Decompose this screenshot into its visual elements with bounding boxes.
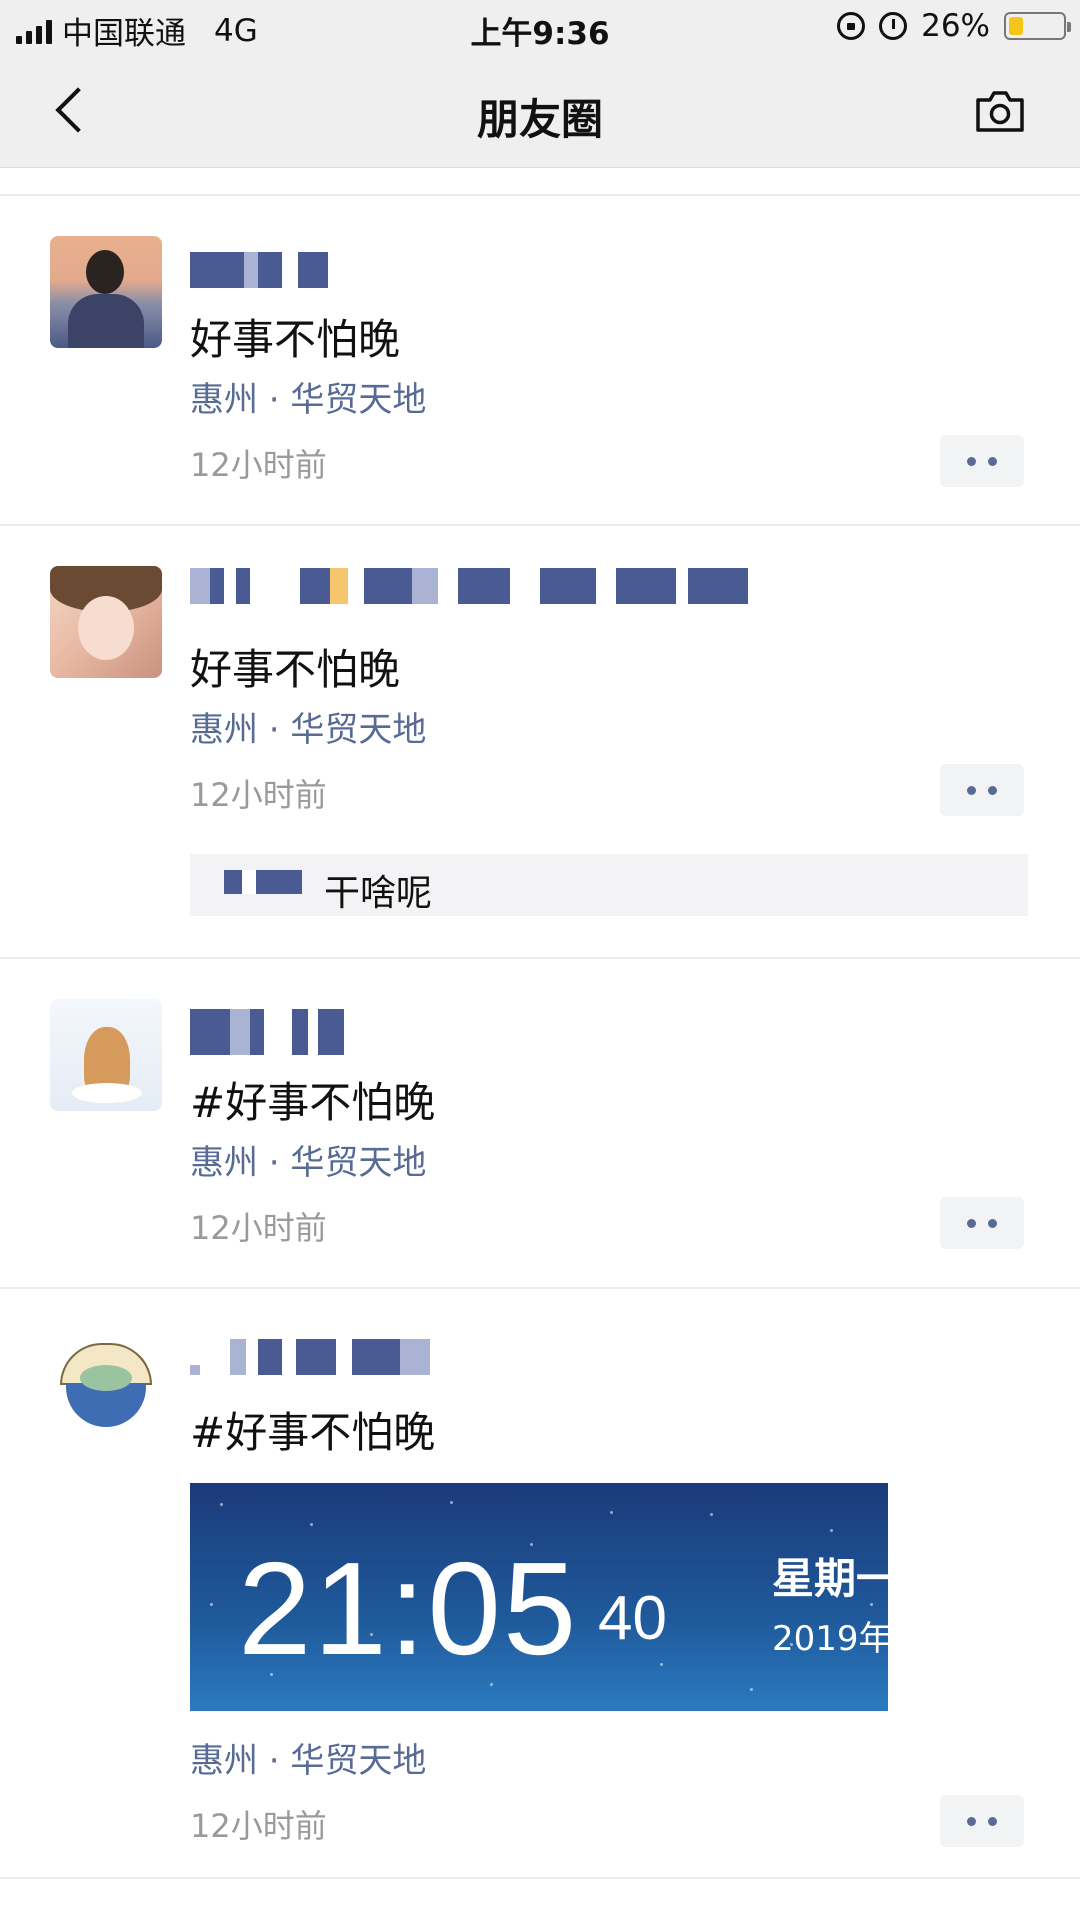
image-clock-time: 21:05 <box>238 1535 579 1682</box>
more-dots-icon[interactable] <box>940 764 1024 816</box>
moment-post: 好事不怕晚 惠州 · 华贸天地 12小时前 <box>0 196 1080 526</box>
star-dot <box>870 1603 873 1606</box>
nickname-redacted[interactable] <box>190 1009 344 1055</box>
post-time: 12小时前 <box>190 776 327 814</box>
post-time: 12小时前 <box>190 1209 327 1247</box>
divider <box>0 168 1080 196</box>
page-title: 朋友圈 <box>476 95 603 144</box>
status-bar: 中国联通 4G 上午9:36 26% <box>0 0 1080 56</box>
nickname-redacted[interactable] <box>190 568 748 608</box>
moment-post: #好事不怕晚 惠州 · 华贸天地 12小时前 <box>0 959 1080 1289</box>
post-text: 好事不怕晚 <box>190 315 401 364</box>
image-date: 2019年 <box>772 1619 888 1659</box>
star-dot <box>750 1688 753 1691</box>
image-weekday: 星期一 <box>772 1554 888 1603</box>
alarm-icon <box>879 12 908 40</box>
post-text: #好事不怕晚 <box>190 1078 436 1127</box>
avatar[interactable] <box>50 236 162 348</box>
more-dots-icon[interactable] <box>940 1795 1024 1847</box>
nickname-redacted[interactable] <box>190 252 328 292</box>
post-image[interactable]: 21:05 40 星期一 2019年 <box>190 1483 888 1711</box>
avatar[interactable] <box>50 1329 162 1441</box>
star-dot <box>450 1501 453 1504</box>
commenter-redacted[interactable] <box>224 870 302 894</box>
more-dots-icon[interactable] <box>940 435 1024 487</box>
post-text: 好事不怕晚 <box>190 645 401 694</box>
moment-post: 好事不怕晚 惠州 · 华贸天地 12小时前 干啥呢 <box>0 526 1080 959</box>
star-dot <box>660 1663 663 1666</box>
avatar[interactable] <box>50 999 162 1111</box>
comment-text: 干啥呢 <box>324 873 433 914</box>
star-dot <box>710 1513 713 1516</box>
comment-box[interactable]: 干啥呢 <box>190 854 1028 916</box>
battery-percent: 26% <box>921 8 990 44</box>
star-dot <box>210 1603 213 1606</box>
rotation-lock-icon <box>837 12 866 40</box>
camera-icon[interactable] <box>972 86 1028 136</box>
star-dot <box>270 1673 273 1676</box>
post-location[interactable]: 惠州 · 华贸天地 <box>190 702 426 751</box>
battery-icon <box>1004 12 1071 40</box>
nickname-redacted[interactable] <box>190 1339 430 1379</box>
more-dots-icon[interactable] <box>940 1197 1024 1249</box>
post-location[interactable]: 惠州 · 华贸天地 <box>190 1733 426 1782</box>
post-time: 12小时前 <box>190 1807 327 1845</box>
star-dot <box>220 1503 223 1506</box>
moments-feed[interactable]: 好事不怕晚 惠州 · 华贸天地 12小时前 好事不怕晚 惠州 · 华贸天地 12… <box>0 168 1080 1879</box>
post-location[interactable]: 惠州 · 华贸天地 <box>190 372 426 421</box>
star-dot <box>370 1633 373 1636</box>
star-dot <box>610 1511 613 1514</box>
nav-bar: 朋友圈 <box>0 56 1080 168</box>
image-clock-seconds: 40 <box>598 1584 667 1653</box>
post-time: 12小时前 <box>190 446 327 484</box>
moment-post: #好事不怕晚 21:05 40 星期一 2019年 惠州 · 华贸天地 12小时… <box>0 1289 1080 1879</box>
post-location[interactable]: 惠州 · 华贸天地 <box>190 1135 426 1184</box>
star-dot <box>790 1643 793 1646</box>
post-text: #好事不怕晚 <box>190 1408 436 1457</box>
star-dot <box>830 1529 833 1532</box>
avatar[interactable] <box>50 566 162 678</box>
star-dot <box>310 1523 313 1526</box>
star-dot <box>490 1683 493 1686</box>
star-dot <box>530 1543 533 1546</box>
